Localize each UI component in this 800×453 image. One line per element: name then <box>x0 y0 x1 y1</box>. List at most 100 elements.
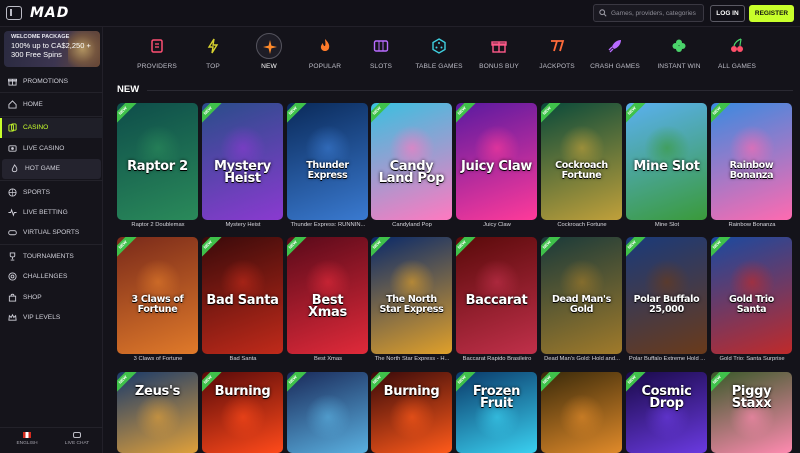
divider <box>0 244 103 246</box>
sidebar-item-virtual-sports[interactable]: VIRTUAL SPORTS <box>0 223 103 243</box>
game-art-title: Polar Buffalo 25,000 <box>633 294 700 315</box>
game-tile[interactable]: NEW Baccarat <box>456 237 537 354</box>
new-badge: NEW <box>117 237 137 259</box>
game-tile[interactable]: NEW Polar Buffalo 25,000 <box>626 237 707 354</box>
game-tile[interactable]: NEW Cockroach Fortune <box>541 103 622 220</box>
new-badge: NEW <box>456 103 476 125</box>
sidebar-item-label: HOT GAME <box>25 165 61 173</box>
dice-icon <box>426 33 452 59</box>
game-tile[interactable]: NEW Thunder Express <box>287 103 368 220</box>
game-tile[interactable]: NEW Mystery Heist <box>202 103 283 220</box>
game-title[interactable]: Dead Man's Gold: Hold and... <box>540 356 624 362</box>
game-tile[interactable]: NEW Burning <box>202 372 283 453</box>
logo[interactable]: MAD <box>30 5 69 21</box>
game-tile[interactable]: NEW Gold Trio Santa <box>711 237 792 354</box>
game-art-title: Juicy Claw <box>460 159 533 174</box>
star-icon <box>256 33 282 59</box>
game-tile[interactable]: NEW Mine Slot <box>626 103 707 220</box>
new-badge: NEW <box>711 103 731 125</box>
search-box[interactable] <box>593 4 704 22</box>
sidebar-item-tournaments[interactable]: TOURNAMENTS <box>0 246 103 266</box>
category-all-games[interactable]: ALL GAMES <box>702 33 772 70</box>
game-title[interactable]: The North Star Express - H... <box>370 356 454 362</box>
game-art-title: Rainbow Bonanza <box>729 160 774 181</box>
live-chat-label: LIVE CHAT <box>64 441 90 446</box>
sidebar-footer: ENGLISH LIVE CHAT <box>0 427 103 453</box>
live-chat-button[interactable]: LIVE CHAT <box>52 432 102 446</box>
game-tile[interactable]: NEW Rainbow Bonanza <box>711 103 792 220</box>
divider <box>0 92 103 94</box>
game-title[interactable]: Juicy Claw <box>455 222 539 228</box>
game-title[interactable]: Mystery Heist <box>201 222 285 228</box>
game-tile[interactable]: NEW Candy Land Pop <box>371 103 452 220</box>
new-badge: NEW <box>711 237 731 259</box>
game-title[interactable]: 3 Claws of Fortune <box>116 356 200 362</box>
seven-icon <box>544 33 570 59</box>
game-title[interactable]: Bad Santa <box>201 356 285 362</box>
game-art-shape <box>389 394 435 440</box>
sidebar-item-promotions[interactable]: PROMOTIONS <box>0 71 103 91</box>
game-tile[interactable]: NEW 3 Claws of Fortune <box>117 237 198 354</box>
sidebar-item-live-betting[interactable]: LIVE BETTING <box>0 202 103 222</box>
language-label: ENGLISH <box>16 441 38 446</box>
game-title[interactable]: Raptor 2 Doublemax <box>116 222 200 228</box>
sidebar-item-sports[interactable]: SPORTS <box>0 182 103 202</box>
sidebar-item-home[interactable]: HOME <box>0 94 103 114</box>
game-tile[interactable]: NEW Burning <box>371 372 452 453</box>
game-title[interactable]: Polar Buffalo Extreme Hold ... <box>625 356 709 362</box>
game-title[interactable]: Best Xmas <box>286 356 370 362</box>
sidebar: WELCOME PACKAGE 100% up to CA$2,250 + 30… <box>0 27 103 453</box>
game-tile[interactable]: NEW Piggy Staxx <box>711 372 792 453</box>
game-art-title: Dead Man's Gold <box>551 294 612 315</box>
new-badge: NEW <box>371 103 391 125</box>
game-tile[interactable]: NEW Frozen Fruit <box>456 372 537 453</box>
game-art-title: Thunder Express <box>306 160 349 181</box>
sidebar-toggle-icon[interactable] <box>6 6 22 20</box>
game-tile[interactable]: NEW Bad Santa <box>202 237 283 354</box>
game-art-title: Mystery Heist <box>214 159 271 186</box>
controller-icon <box>7 228 17 238</box>
login-button[interactable]: LOG IN <box>710 5 745 22</box>
game-tile[interactable]: NEW Raptor 2 <box>117 103 198 220</box>
gift-icon <box>7 76 17 86</box>
game-title[interactable]: Mine Slot <box>625 222 709 228</box>
game-title[interactable]: Gold Trio: Santa Surprise <box>710 356 794 362</box>
category-crash-games[interactable]: CRASH GAMES <box>580 33 650 70</box>
game-tile[interactable]: NEW <box>541 372 622 453</box>
game-tile[interactable]: NEW <box>287 372 368 453</box>
search-input[interactable] <box>611 6 701 20</box>
game-art-title: 3 Claws of Fortune <box>131 294 184 315</box>
game-tile[interactable]: NEW Dead Man's Gold <box>541 237 622 354</box>
game-tile[interactable]: NEW Cosmic Drop <box>626 372 707 453</box>
new-badge: NEW <box>371 237 391 259</box>
sidebar-item-casino[interactable]: CASINO <box>0 117 103 139</box>
sidebar-item-hot-game[interactable]: HOT GAME <box>2 158 101 179</box>
game-art-title: Mine Slot <box>633 159 700 174</box>
game-tile[interactable]: NEW Best Xmas <box>287 237 368 354</box>
game-title[interactable]: Cockroach Fortune <box>540 222 624 228</box>
game-tile[interactable]: NEW Zeus's <box>117 372 198 453</box>
search-icon <box>599 9 607 17</box>
game-art-title: Baccarat <box>465 293 528 308</box>
game-tile[interactable]: NEW The North Star Express <box>371 237 452 354</box>
sidebar-item-vip-levels[interactable]: VIP LEVELS <box>0 307 103 327</box>
trophy-icon <box>7 251 17 261</box>
sidebar-item-live-casino[interactable]: LIVE CASINO <box>0 138 103 158</box>
category-label: ALL GAMES <box>717 63 757 70</box>
divider <box>0 115 103 117</box>
language-selector[interactable]: ENGLISH <box>2 432 52 446</box>
sidebar-item-shop[interactable]: SHOP <box>0 287 103 307</box>
sidebar-item-challenges[interactable]: CHALLENGES <box>0 267 103 287</box>
game-title[interactable]: Candyland Pop <box>370 222 454 228</box>
game-title[interactable]: Thunder Express: RUNNIN... <box>286 222 370 228</box>
sidebar-item-label: HOME <box>23 101 43 109</box>
welcome-package-banner[interactable]: WELCOME PACKAGE 100% up to CA$2,250 + 30… <box>4 31 100 67</box>
game-title[interactable]: Baccarat Rapido Brasileiro <box>455 356 539 362</box>
game-title[interactable]: Rainbow Bonanza <box>710 222 794 228</box>
game-art-title: Bad Santa <box>206 293 279 308</box>
game-tile[interactable]: NEW Juicy Claw <box>456 103 537 220</box>
game-art-title: Best Xmas <box>308 293 347 320</box>
category-label: CRASH GAMES <box>590 63 640 70</box>
register-button[interactable]: REGISTER <box>749 5 794 22</box>
gift-box-icon <box>486 33 512 59</box>
